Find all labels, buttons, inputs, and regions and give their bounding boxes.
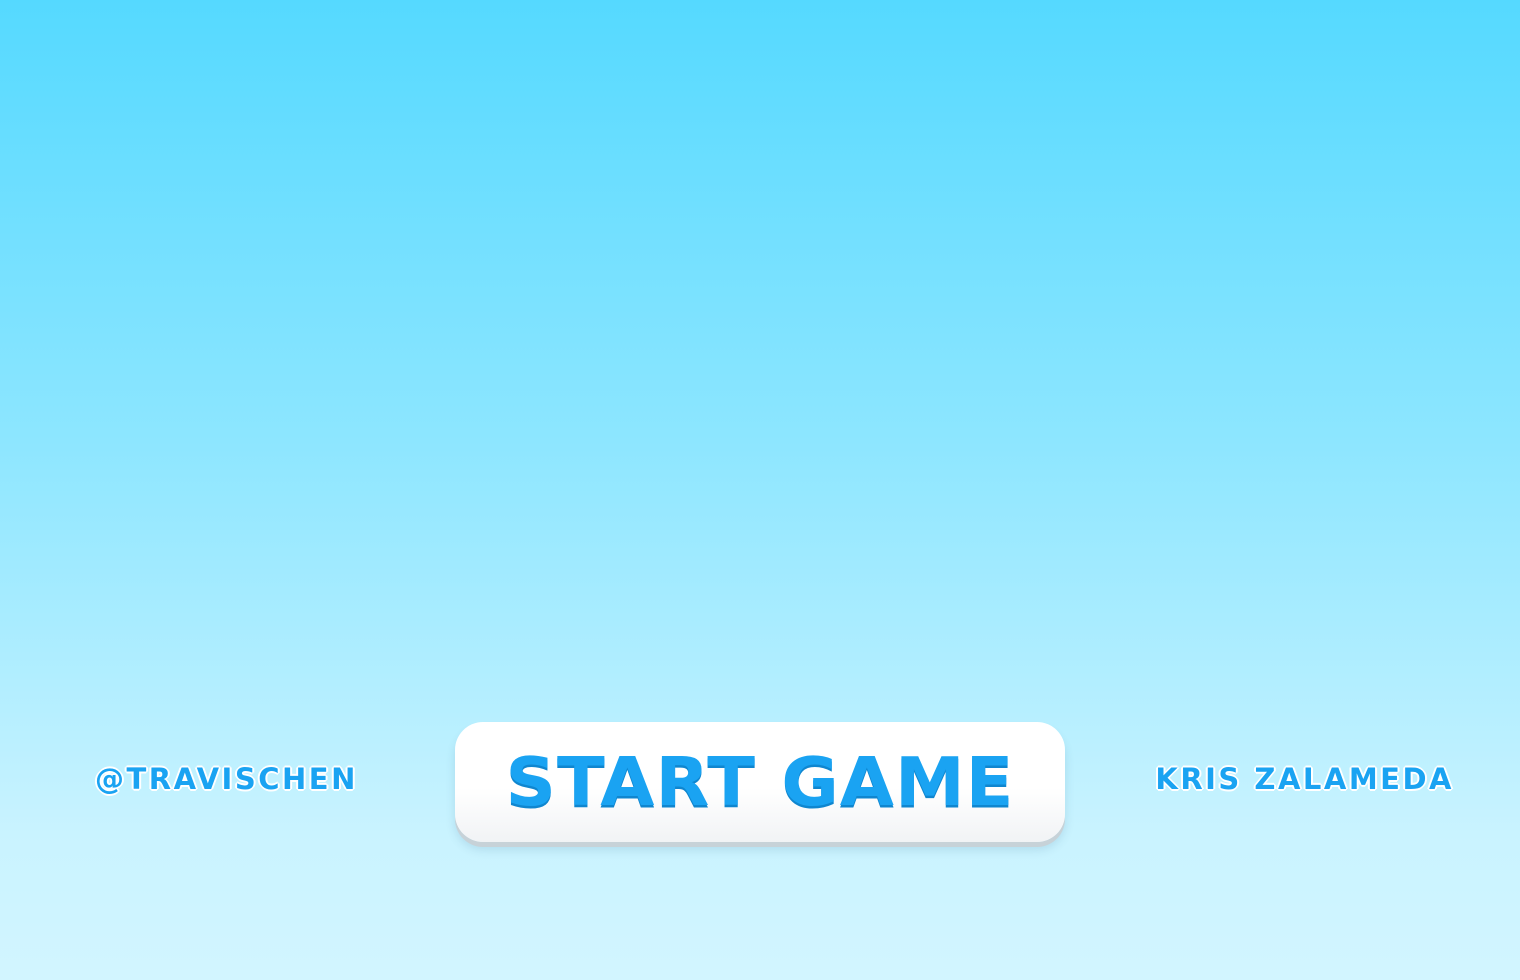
credit-left-travischen: @TRAVISCHEN [95, 762, 358, 796]
start-game-button[interactable]: START GAME [455, 722, 1065, 842]
credit-right-kris-zalameda: KRIS ZALAMEDA [1155, 762, 1454, 796]
start-game-label: START GAME [505, 743, 1015, 821]
